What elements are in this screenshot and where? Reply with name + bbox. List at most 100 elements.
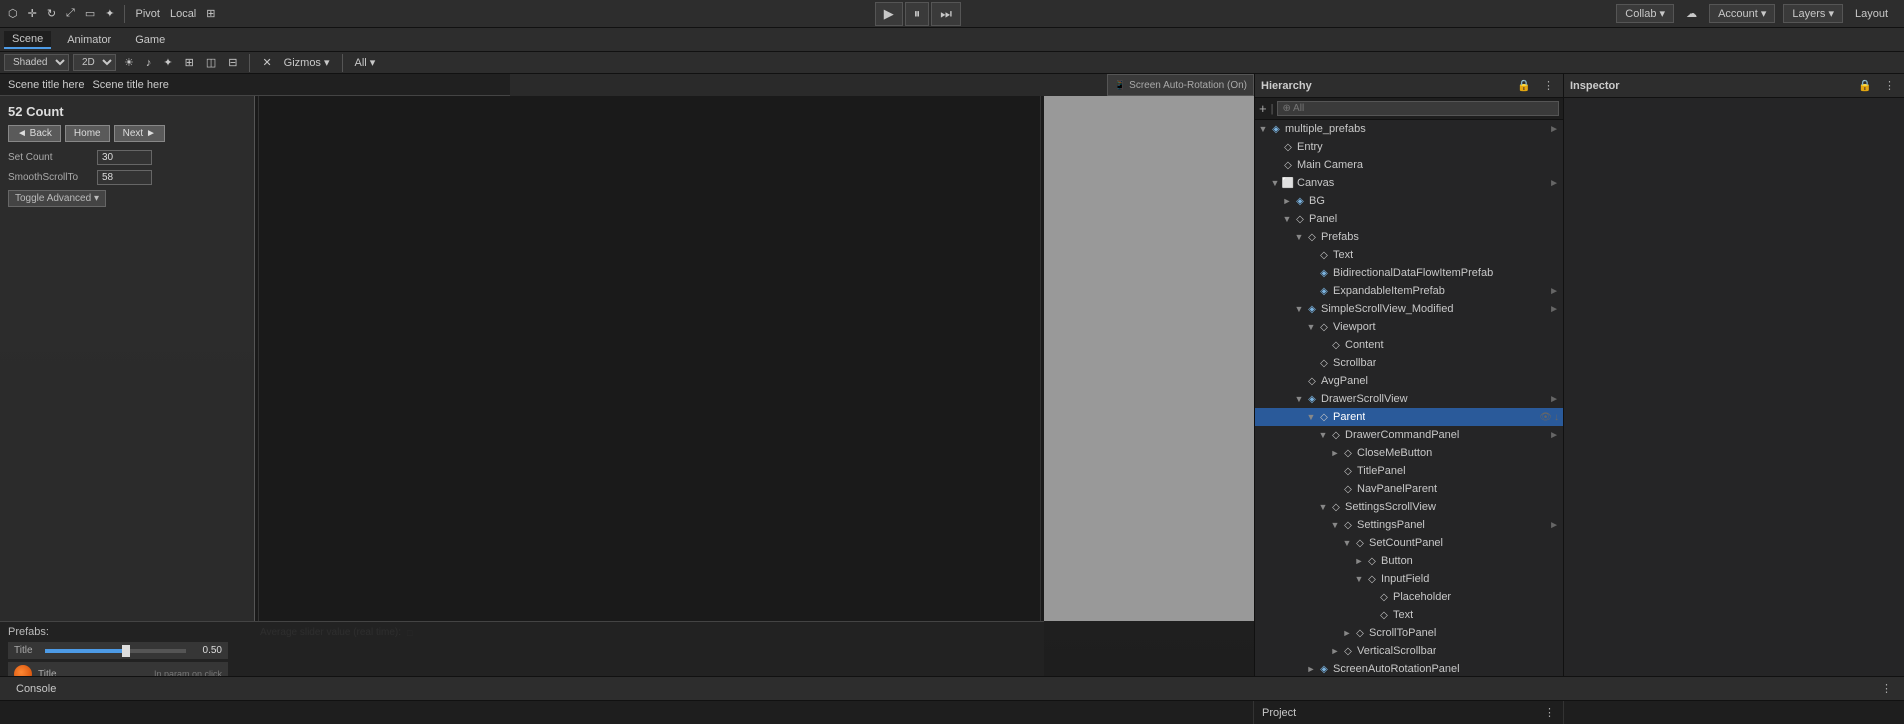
hierarchy-search-input[interactable]: [1277, 101, 1559, 116]
set-count-input[interactable]: [97, 150, 152, 165]
hierarchy-item-button[interactable]: ► ◇ Button: [1255, 552, 1563, 570]
play-button[interactable]: ▶: [875, 2, 903, 26]
inspector-menu-btn[interactable]: ⋮: [1881, 78, 1898, 93]
light-btn[interactable]: ☀: [120, 54, 138, 71]
pivot-btn[interactable]: Pivot: [131, 6, 163, 22]
cloud-button[interactable]: ☁: [1682, 5, 1701, 22]
hierarchy-item-vertscrollbar[interactable]: ► ◇ VerticalScrollbar: [1255, 642, 1563, 660]
hierarchy-item-bidirectional[interactable]: ◈ BidirectionalDataFlowItemPrefab: [1255, 264, 1563, 282]
back-button[interactable]: ◄ Back: [8, 125, 61, 142]
tool-rotate[interactable]: ↻: [43, 5, 60, 22]
tree-label: Content: [1345, 339, 1384, 351]
tool-rect[interactable]: ▭: [81, 5, 99, 22]
hierarchy-item-bg[interactable]: ► ◈ BG: [1255, 192, 1563, 210]
all-dropdown[interactable]: All ▾: [351, 54, 380, 71]
hierarchy-item-drawercommand[interactable]: ▼ ◇ DrawerCommandPanel ►: [1255, 426, 1563, 444]
hierarchy-item-content[interactable]: ◇ Content: [1255, 336, 1563, 354]
project-tab[interactable]: Project: [1262, 707, 1296, 719]
hierarchy-item-maincamera[interactable]: ◇ Main Camera: [1255, 156, 1563, 174]
account-button[interactable]: Account ▾: [1709, 4, 1775, 23]
toggle-advanced-btn[interactable]: Toggle Advanced ▾: [8, 190, 106, 207]
local-btn[interactable]: Local: [166, 6, 200, 22]
tree-label: ScrollToPanel: [1369, 627, 1436, 639]
hierarchy-item-entry[interactable]: ◇ Entry: [1255, 138, 1563, 156]
hierarchy-lock-btn[interactable]: 🔒: [1514, 78, 1534, 93]
hierarchy-add-btn[interactable]: +: [1259, 101, 1267, 116]
tool-custom[interactable]: ✦: [101, 5, 118, 22]
tree-arrow: ▼: [1305, 322, 1317, 332]
tree-icon: ◇: [1329, 428, 1343, 442]
step-button[interactable]: ⏭: [931, 2, 961, 26]
tree-arrow: ▼: [1341, 538, 1353, 548]
hierarchy-item-prefabs[interactable]: ▼ ◇ Prefabs: [1255, 228, 1563, 246]
hierarchy-item-text_prefabs[interactable]: ◇ Text: [1255, 246, 1563, 264]
scene-panel[interactable]: Persp Scene title here Scene title here …: [0, 74, 1254, 676]
next-button[interactable]: Next ►: [114, 125, 165, 142]
hierarchy-menu-btn[interactable]: ⋮: [1540, 78, 1557, 93]
scene-settings-btn[interactable]: ✕: [258, 54, 275, 71]
tool-move[interactable]: ✛: [24, 5, 41, 22]
tree-icon: ◈: [1305, 302, 1319, 316]
prefab-circle-icon: [14, 665, 32, 676]
hierarchy-item-settingspanel[interactable]: ▼ ◇ SettingsPanel ►: [1255, 516, 1563, 534]
tab-animator[interactable]: Animator: [59, 32, 119, 48]
hierarchy-item-inputfield[interactable]: ▼ ◇ InputField: [1255, 570, 1563, 588]
tree-icon: ◈: [1317, 284, 1331, 298]
tree-icon: ◇: [1341, 644, 1355, 658]
hierarchy-item-panel[interactable]: ▼ ◇ Panel: [1255, 210, 1563, 228]
hierarchy-item-multiple_prefabs[interactable]: ▼ ◈ multiple_prefabs ►: [1255, 120, 1563, 138]
gizmos-dropdown[interactable]: Gizmos ▾: [280, 54, 334, 71]
extra-btn2[interactable]: ⊟: [224, 54, 241, 71]
tree-icon: ◇: [1353, 536, 1367, 550]
tab-scene[interactable]: Scene: [4, 31, 51, 49]
pause-button[interactable]: ⏸: [905, 2, 930, 26]
fx-btn[interactable]: ✦: [159, 54, 176, 71]
set-count-label: Set Count: [8, 152, 93, 163]
hierarchy-item-screenautopanel[interactable]: ► ◈ ScreenAutoRotationPanel: [1255, 660, 1563, 676]
collab-button[interactable]: Collab ▾: [1616, 4, 1674, 23]
hierarchy-item-setcountpanel[interactable]: ▼ ◇ SetCountPanel: [1255, 534, 1563, 552]
hierarchy-item-scrollbar[interactable]: ◇ Scrollbar: [1255, 354, 1563, 372]
tab-game[interactable]: Game: [127, 32, 173, 48]
tool-scale[interactable]: ⤢: [62, 5, 79, 22]
tree-icon: ◇: [1317, 248, 1331, 262]
extra-btn[interactable]: ◫: [202, 54, 220, 71]
console-tab[interactable]: Console: [8, 681, 64, 697]
project-menu-btn[interactable]: ⋮: [1544, 706, 1555, 719]
audio-btn[interactable]: ♪: [142, 55, 156, 71]
layers-button[interactable]: Layers ▾: [1783, 4, 1843, 23]
hierarchy-item-placeholder[interactable]: ◇ Placeholder: [1255, 588, 1563, 606]
eye-btn[interactable]: 👁: [1539, 412, 1552, 423]
shading-dropdown[interactable]: Shaded: [4, 54, 69, 71]
hierarchy-item-settingsscroll[interactable]: ▼ ◇ SettingsScrollView: [1255, 498, 1563, 516]
hierarchy-item-scrolltopanel[interactable]: ► ◇ ScrollToPanel: [1255, 624, 1563, 642]
tree-icon: ◈: [1305, 392, 1319, 406]
slider-thumb[interactable]: [122, 645, 130, 657]
grid-btn[interactable]: ⊞: [202, 5, 219, 22]
hierarchy-item-titlepanel[interactable]: ◇ TitlePanel: [1255, 462, 1563, 480]
slider-track[interactable]: [45, 649, 186, 653]
hierarchy-header: Hierarchy 🔒 ⋮: [1255, 74, 1563, 98]
inspector-content: [1564, 98, 1904, 676]
home-button[interactable]: Home: [65, 125, 110, 142]
grid-scene-btn[interactable]: ⊞: [181, 54, 198, 71]
separator-1: [124, 5, 125, 23]
hierarchy-item-canvas[interactable]: ▼ ⬜ Canvas ►: [1255, 174, 1563, 192]
hierarchy-item-text_input[interactable]: ◇ Text: [1255, 606, 1563, 624]
hierarchy-item-viewport[interactable]: ▼ ◇ Viewport: [1255, 318, 1563, 336]
hierarchy-item-drawerscroll[interactable]: ▼ ◈ DrawerScrollView ►: [1255, 390, 1563, 408]
hierarchy-item-closeme[interactable]: ► ◇ CloseMeButton: [1255, 444, 1563, 462]
inspector-panel: Inspector 🔒 ⋮: [1564, 74, 1904, 676]
inspector-lock-btn[interactable]: 🔒: [1855, 78, 1875, 93]
hierarchy-item-expandable[interactable]: ◈ ExpandableItemPrefab ►: [1255, 282, 1563, 300]
hierarchy-item-avgpanel[interactable]: ◇ AvgPanel: [1255, 372, 1563, 390]
2d-toggle[interactable]: 2D: [73, 54, 116, 71]
hierarchy-item-navparent[interactable]: ◇ NavPanelParent: [1255, 480, 1563, 498]
hide-btn[interactable]: ↓: [1554, 412, 1559, 423]
smooth-scroll-input[interactable]: [97, 170, 152, 185]
bottom-menu-btn[interactable]: ⋮: [1881, 682, 1892, 695]
layout-button[interactable]: Layout: [1851, 6, 1892, 22]
tool-select[interactable]: ⬡: [4, 5, 22, 22]
hierarchy-item-parent[interactable]: ▼ ◇ Parent 👁↓: [1255, 408, 1563, 426]
hierarchy-item-simplescroll[interactable]: ▼ ◈ SimpleScrollView_Modified ►: [1255, 300, 1563, 318]
